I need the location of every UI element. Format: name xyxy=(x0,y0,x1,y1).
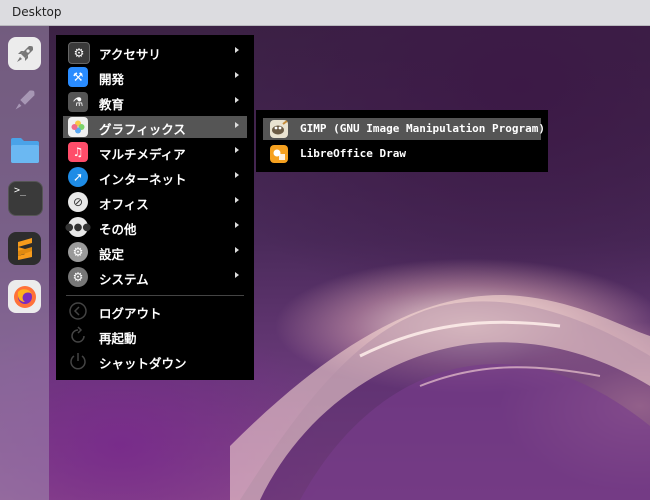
sublime-icon[interactable] xyxy=(8,232,41,265)
menu-item-label: オフィス xyxy=(99,197,149,212)
submenu-item-libreoffice-draw[interactable]: LibreOffice Draw xyxy=(263,143,541,165)
menu-item-logout[interactable]: ログアウト xyxy=(63,300,247,322)
more-icon: ●●● xyxy=(65,217,91,237)
system-icon: ⚙ xyxy=(68,267,88,287)
menu-item-graphics[interactable]: グラフィックス xyxy=(63,116,247,138)
menu-item-accessories[interactable]: ⚙ アクセサリ xyxy=(63,41,247,64)
submenu-item-gimp[interactable]: GIMP (GNU Image Manipulation Program) xyxy=(263,118,545,140)
menu-item-label: システム xyxy=(99,272,149,287)
logout-icon xyxy=(68,301,88,321)
rocket-icon xyxy=(8,83,41,116)
menu-item-label: グラフィックス xyxy=(99,122,186,137)
menu-item-label: ログアウト xyxy=(99,306,162,321)
submenu-item-label: LibreOffice Draw xyxy=(300,147,406,160)
firefox-icon[interactable] xyxy=(8,280,41,313)
office-icon: ⊘ xyxy=(68,192,88,212)
chevron-right-icon xyxy=(235,197,239,203)
menu-item-label: シャットダウン xyxy=(99,356,187,371)
menu-item-education[interactable]: ⚗ 教育 xyxy=(63,91,247,113)
shutdown-icon xyxy=(68,351,88,371)
menu-item-label: その他 xyxy=(99,222,137,237)
submenu-item-label: GIMP (GNU Image Manipulation Program) xyxy=(300,122,546,135)
graphics-submenu: GIMP (GNU Image Manipulation Program) Li… xyxy=(256,110,548,172)
chevron-right-icon xyxy=(235,72,239,78)
menu-item-restart[interactable]: 再起動 xyxy=(63,325,247,347)
menu-item-development[interactable]: ⚒ 開発 xyxy=(63,66,247,88)
window-title: Desktop xyxy=(12,5,62,19)
menu-divider xyxy=(66,295,244,296)
menu-item-system[interactable]: ⚙ システム xyxy=(63,266,247,288)
chevron-right-icon xyxy=(235,247,239,253)
menu-item-shutdown[interactable]: シャットダウン xyxy=(63,350,247,372)
menu-item-label: 設定 xyxy=(99,247,125,262)
chevron-right-icon xyxy=(235,47,239,53)
menu-item-label: 教育 xyxy=(99,97,125,112)
graphics-icon xyxy=(68,117,88,137)
terminal-icon[interactable]: >_ xyxy=(8,181,43,216)
menu-item-multimedia[interactable]: ♫ マルチメディア xyxy=(63,141,247,163)
multimedia-icon: ♫ xyxy=(68,142,88,162)
menu-item-label: インターネット xyxy=(99,172,187,187)
menu-item-other[interactable]: ●●● その他 xyxy=(63,216,247,238)
menu-item-office[interactable]: ⊘ オフィス xyxy=(63,191,247,213)
libreoffice-draw-icon xyxy=(270,145,288,163)
settings-icon: ⚙ xyxy=(68,242,88,262)
menu-item-label: 開発 xyxy=(99,72,125,87)
folder-icon[interactable] xyxy=(8,133,41,166)
terminal-glyph: >_ xyxy=(14,185,27,196)
menu-item-label: 再起動 xyxy=(99,331,137,346)
top-bar: Desktop xyxy=(0,0,650,26)
education-icon: ⚗ xyxy=(68,92,88,112)
chevron-right-icon xyxy=(235,272,239,278)
application-menu: ⚙ アクセサリ ⚒ 開発 ⚗ 教育 グラフィックス ♫ マルチメディア ➚ イン… xyxy=(56,35,254,380)
menu-item-label: マルチメディア xyxy=(99,147,186,162)
chevron-right-icon xyxy=(235,222,239,228)
chevron-right-icon xyxy=(235,172,239,178)
menu-item-settings[interactable]: ⚙ 設定 xyxy=(63,241,247,263)
launcher-icon[interactable] xyxy=(8,37,41,70)
internet-icon: ➚ xyxy=(68,167,88,187)
gimp-icon xyxy=(270,120,288,138)
chevron-right-icon xyxy=(235,122,239,128)
dock: >_ xyxy=(0,26,49,500)
chevron-right-icon xyxy=(235,97,239,103)
development-icon: ⚒ xyxy=(68,67,88,87)
menu-item-label: アクセサリ xyxy=(99,47,161,62)
menu-item-internet[interactable]: ➚ インターネット xyxy=(63,166,247,188)
chevron-right-icon xyxy=(235,147,239,153)
accessories-icon: ⚙ xyxy=(68,42,90,64)
restart-icon xyxy=(68,326,88,346)
